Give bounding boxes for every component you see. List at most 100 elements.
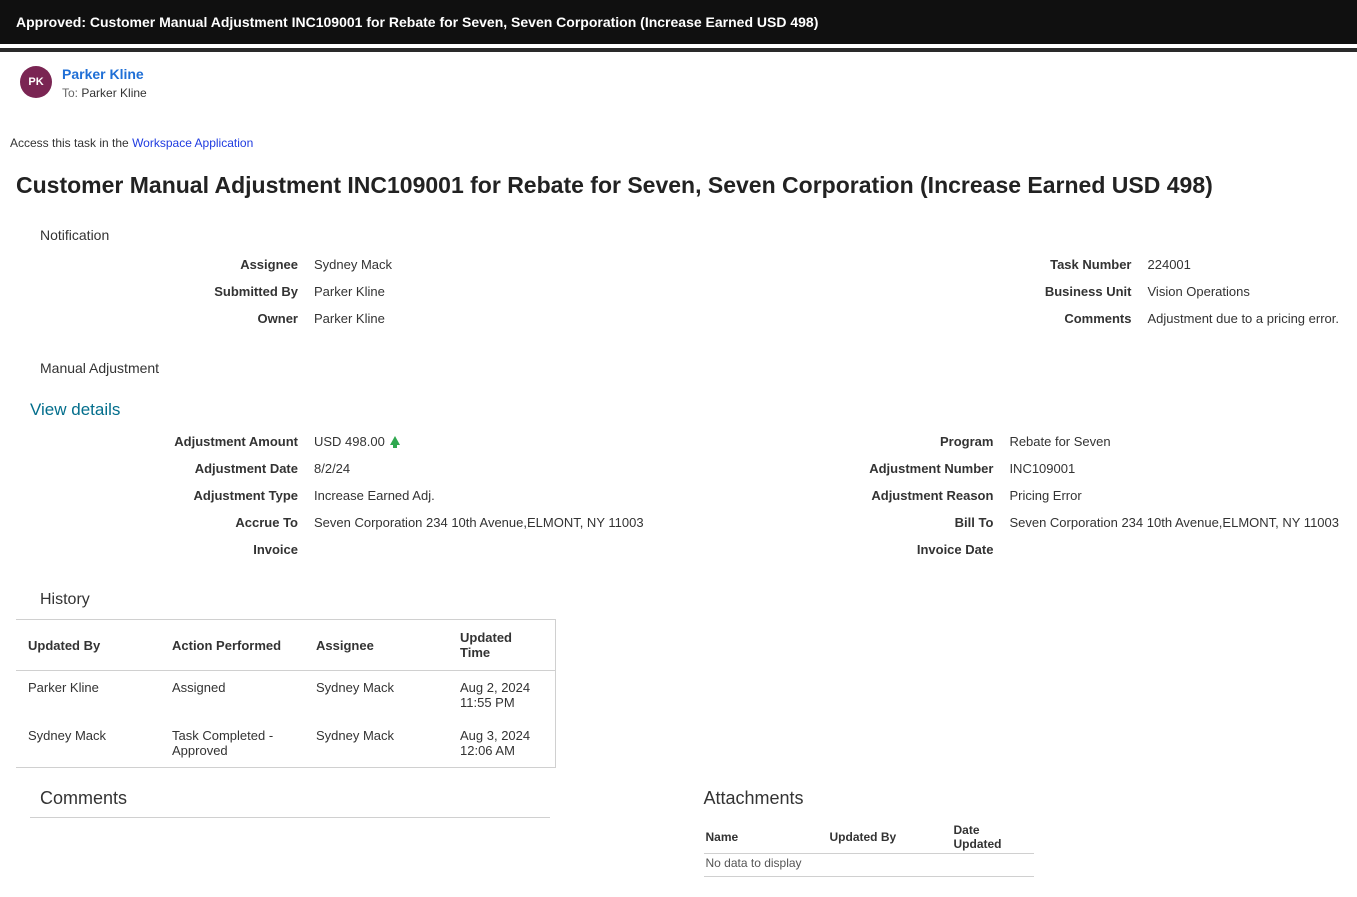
row-adj-reason: Adjustment Reason Pricing Error	[825, 482, 1347, 509]
value-invoice	[306, 536, 652, 563]
label-bill-to: Bill To	[825, 509, 1001, 536]
section-label-manual-adjustment: Manual Adjustment	[40, 360, 1347, 376]
row-business-unit: Business Unit Vision Operations	[964, 278, 1348, 305]
from-name[interactable]: Parker Kline	[62, 66, 147, 82]
attachments-section: Attachments Name Updated By Date Updated…	[654, 782, 1348, 877]
label-adj-number: Adjustment Number	[825, 455, 1001, 482]
section-label-history: History	[40, 591, 1347, 609]
page-title: Customer Manual Adjustment INC109001 for…	[16, 172, 1347, 199]
label-invoice-date: Invoice Date	[825, 536, 1001, 563]
cell-updated-by: Sydney Mack	[16, 719, 160, 768]
to-label: To:	[62, 86, 78, 100]
row-assignee: Assignee Sydney Mack	[10, 251, 400, 278]
history-block: Updated By Action Performed Assignee Upd…	[10, 619, 1347, 768]
access-prefix: Access this task in the	[10, 136, 132, 150]
row-adj-type: Adjustment Type Increase Earned Adj.	[10, 482, 652, 509]
history-table: Updated By Action Performed Assignee Upd…	[16, 619, 556, 768]
arrow-up-icon	[390, 436, 400, 445]
section-label-notification: Notification	[40, 227, 1347, 243]
cell-assignee: Sydney Mack	[304, 671, 448, 720]
row-accrue-to: Accrue To Seven Corporation 234 10th Ave…	[10, 509, 652, 536]
value-task-number: 224001	[1140, 251, 1348, 278]
label-adj-type: Adjustment Type	[10, 482, 306, 509]
to-row: To: Parker Kline	[62, 86, 147, 100]
cell-updated-time: Aug 2, 2024 11:55 PM	[448, 671, 556, 720]
label-owner: Owner	[10, 305, 306, 332]
value-accrue-to: Seven Corporation 234 10th Avenue,ELMONT…	[306, 509, 652, 536]
view-details-link[interactable]: View details	[30, 400, 120, 420]
row-adj-number: Adjustment Number INC109001	[825, 455, 1347, 482]
workspace-application-link[interactable]: Workspace Application	[132, 136, 253, 150]
row-task-number: Task Number 224001	[964, 251, 1348, 278]
row-comments: Comments Adjustment due to a pricing err…	[964, 305, 1348, 332]
value-adj-date: 8/2/24	[306, 455, 652, 482]
row-invoice: Invoice	[10, 536, 652, 563]
value-adj-amount: USD 498.00	[306, 428, 652, 455]
value-adj-number: INC109001	[1001, 455, 1347, 482]
label-business-unit: Business Unit	[964, 278, 1140, 305]
adjustment-right-table: Program Rebate for Seven Adjustment Numb…	[825, 428, 1347, 563]
row-adj-date: Adjustment Date 8/2/24	[10, 455, 652, 482]
label-invoice: Invoice	[10, 536, 306, 563]
row-owner: Owner Parker Kline	[10, 305, 400, 332]
divider	[30, 817, 550, 818]
comments-attachments-row: Comments Attachments Name Updated By Dat…	[10, 782, 1347, 877]
col-date-updated: Date Updated	[952, 817, 1034, 854]
label-accrue-to: Accrue To	[10, 509, 306, 536]
attachments-table: Name Updated By Date Updated	[704, 817, 1034, 854]
cell-action: Assigned	[160, 671, 304, 720]
value-invoice-date	[1001, 536, 1347, 563]
col-updated-time: Updated Time	[448, 620, 556, 671]
value-bill-to: Seven Corporation 234 10th Avenue,ELMONT…	[1001, 509, 1347, 536]
value-business-unit: Vision Operations	[1140, 278, 1348, 305]
label-adj-amount: Adjustment Amount	[10, 428, 306, 455]
row-program: Program Rebate for Seven	[825, 428, 1347, 455]
row-submitted-by: Submitted By Parker Kline	[10, 278, 400, 305]
value-comments: Adjustment due to a pricing error.	[1140, 305, 1348, 332]
section-label-attachments: Attachments	[704, 788, 1348, 809]
col-assignee: Assignee	[304, 620, 448, 671]
col-updated-by: Updated By	[16, 620, 160, 671]
notification-block: Assignee Sydney Mack Submitted By Parker…	[10, 251, 1347, 332]
avatar: PK	[20, 66, 52, 98]
table-row: Parker Kline Assigned Sydney Mack Aug 2,…	[16, 671, 556, 720]
adjustment-left-table: Adjustment Amount USD 498.00 Adjustment …	[10, 428, 652, 563]
label-task-number: Task Number	[964, 251, 1140, 278]
table-row: Sydney Mack Task Completed - Approved Sy…	[16, 719, 556, 768]
row-adj-amount: Adjustment Amount USD 498.00	[10, 428, 652, 455]
label-program: Program	[825, 428, 1001, 455]
label-adj-reason: Adjustment Reason	[825, 482, 1001, 509]
label-comments: Comments	[964, 305, 1140, 332]
row-invoice-date: Invoice Date	[825, 536, 1347, 563]
value-adj-type: Increase Earned Adj.	[306, 482, 652, 509]
value-assignee: Sydney Mack	[306, 251, 400, 278]
value-program: Rebate for Seven	[1001, 428, 1347, 455]
col-name: Name	[704, 817, 828, 854]
col-action: Action Performed	[160, 620, 304, 671]
no-data-message: No data to display	[704, 854, 1034, 877]
label-adj-date: Adjustment Date	[10, 455, 306, 482]
comments-section: Comments	[10, 782, 654, 877]
email-header: PK Parker Kline To: Parker Kline	[10, 52, 1347, 100]
label-submitted-by: Submitted By	[10, 278, 306, 305]
section-label-comments: Comments	[40, 788, 654, 809]
adjustment-block: Adjustment Amount USD 498.00 Adjustment …	[10, 428, 1347, 563]
cell-updated-time: Aug 3, 2024 12:06 AM	[448, 719, 556, 768]
cell-action: Task Completed - Approved	[160, 719, 304, 768]
cell-assignee: Sydney Mack	[304, 719, 448, 768]
notification-left-table: Assignee Sydney Mack Submitted By Parker…	[10, 251, 400, 332]
adj-amount-text: USD 498.00	[314, 434, 385, 449]
value-owner: Parker Kline	[306, 305, 400, 332]
row-bill-to: Bill To Seven Corporation 234 10th Avenu…	[825, 509, 1347, 536]
access-line: Access this task in the Workspace Applic…	[10, 136, 1347, 150]
col-updated-by: Updated By	[828, 817, 952, 854]
label-assignee: Assignee	[10, 251, 306, 278]
value-adj-reason: Pricing Error	[1001, 482, 1347, 509]
window-title-bar: Approved: Customer Manual Adjustment INC…	[0, 0, 1357, 44]
avatar-initials: PK	[28, 76, 43, 88]
window-title: Approved: Customer Manual Adjustment INC…	[16, 14, 818, 30]
notification-right-table: Task Number 224001 Business Unit Vision …	[964, 251, 1348, 332]
to-name: Parker Kline	[81, 86, 146, 100]
value-submitted-by: Parker Kline	[306, 278, 400, 305]
cell-updated-by: Parker Kline	[16, 671, 160, 720]
